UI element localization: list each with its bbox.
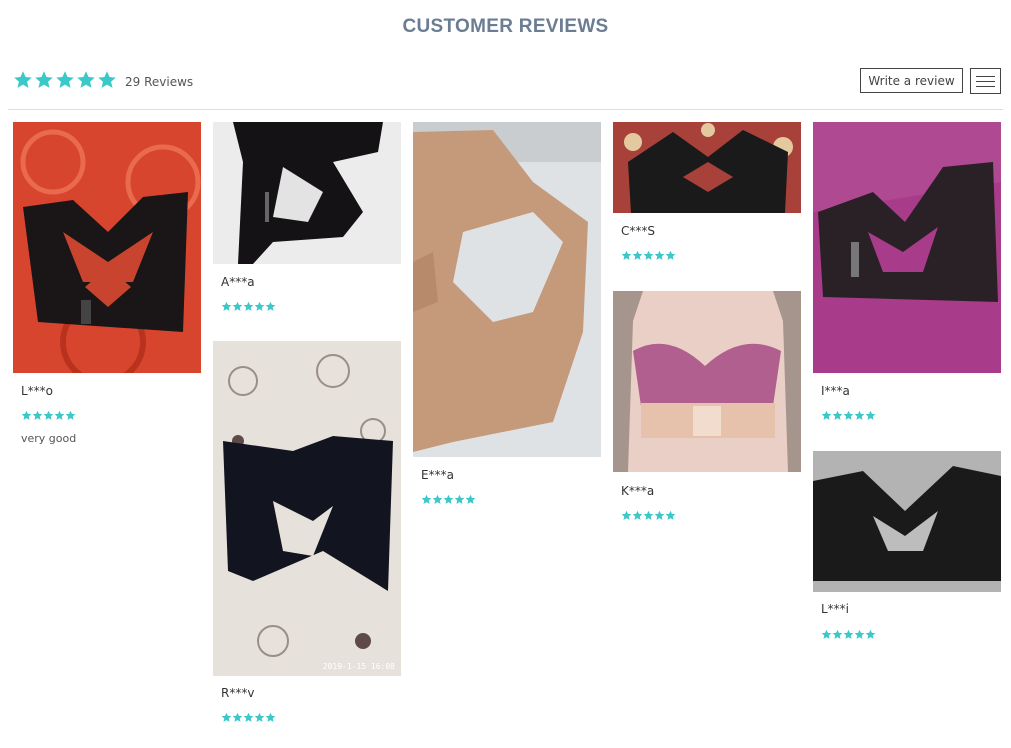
reviewer-name: R***v <box>221 686 255 700</box>
star-icon <box>265 301 276 311</box>
star-icon <box>21 410 32 420</box>
star-icon <box>865 410 876 420</box>
star-icon <box>56 71 74 88</box>
review-stars <box>821 410 876 421</box>
review-stars <box>421 494 476 505</box>
reviewer-name: A***a <box>221 275 255 289</box>
review-photo[interactable] <box>813 122 1001 373</box>
review-card[interactable]: L***i <box>813 451 1001 651</box>
review-card[interactable]: C***S <box>613 122 801 272</box>
menu-icon-line <box>976 75 995 77</box>
reviewer-name: L***o <box>21 384 54 398</box>
review-stars <box>21 410 76 421</box>
menu-icon-line <box>976 80 995 82</box>
star-icon <box>232 301 243 311</box>
star-icon <box>621 250 632 260</box>
star-icon <box>421 494 432 504</box>
star-icon <box>243 712 254 722</box>
star-icon <box>843 629 854 639</box>
star-icon <box>465 494 476 504</box>
star-icon <box>632 250 643 260</box>
menu-button[interactable] <box>970 68 1001 94</box>
review-count: 29 Reviews <box>125 75 194 89</box>
star-icon <box>654 510 665 520</box>
star-icon <box>32 410 43 420</box>
star-icon <box>832 629 843 639</box>
star-icon <box>14 71 32 88</box>
photo-timestamp: 2019-1-15 16:08 <box>322 662 395 671</box>
star-icon <box>821 410 832 420</box>
review-card[interactable]: I***a <box>813 122 1001 432</box>
review-card[interactable]: E***a <box>413 122 601 522</box>
review-photo[interactable] <box>613 291 801 472</box>
review-stars <box>821 629 876 640</box>
page-title: CUSTOMER REVIEWS <box>402 16 609 37</box>
review-stars <box>221 712 276 723</box>
star-icon <box>35 71 53 88</box>
star-icon <box>643 510 654 520</box>
menu-icon-line <box>976 85 995 87</box>
star-icon <box>665 510 676 520</box>
review-photo[interactable] <box>13 122 201 373</box>
star-icon <box>98 71 116 88</box>
reviewer-name: E***a <box>421 468 454 482</box>
star-icon <box>232 712 243 722</box>
review-photo[interactable] <box>813 451 1001 592</box>
star-icon <box>65 410 76 420</box>
rating-summary: 29 Reviews <box>13 70 193 90</box>
star-icon <box>54 410 65 420</box>
star-icon <box>621 510 632 520</box>
review-photo[interactable] <box>613 122 801 213</box>
review-card[interactable]: L***o very good <box>13 122 201 452</box>
review-card[interactable]: 2019-1-15 16:08 R***v <box>213 341 401 741</box>
star-icon <box>77 71 95 88</box>
star-icon <box>843 410 854 420</box>
star-icon <box>665 250 676 260</box>
star-icon <box>443 494 454 504</box>
star-icon <box>243 301 254 311</box>
star-icon <box>254 712 265 722</box>
star-icon <box>43 410 54 420</box>
star-icon <box>854 629 865 639</box>
reviewer-name: C***S <box>621 224 655 238</box>
review-photo[interactable] <box>413 122 601 457</box>
divider <box>8 109 1003 110</box>
star-icon <box>221 712 232 722</box>
reviewer-name: K***a <box>621 484 655 498</box>
review-card[interactable]: K***a <box>613 291 801 531</box>
star-icon <box>254 301 265 311</box>
review-stars <box>621 250 676 261</box>
star-icon <box>265 712 276 722</box>
star-icon <box>654 250 665 260</box>
review-photo[interactable] <box>213 122 401 264</box>
review-text: very good <box>21 432 77 445</box>
star-icon <box>632 510 643 520</box>
reviewer-name: I***a <box>821 384 850 398</box>
review-photo[interactable]: 2019-1-15 16:08 <box>213 341 401 676</box>
star-icon <box>865 629 876 639</box>
reviewer-name: L***i <box>821 602 850 616</box>
average-rating-stars <box>13 70 117 90</box>
write-review-button[interactable]: Write a review <box>860 68 963 93</box>
review-stars <box>221 301 276 312</box>
star-icon <box>643 250 654 260</box>
star-icon <box>821 629 832 639</box>
star-icon <box>221 301 232 311</box>
star-icon <box>432 494 443 504</box>
star-icon <box>454 494 465 504</box>
star-icon <box>854 410 865 420</box>
review-stars <box>621 510 676 521</box>
review-card[interactable]: A***a <box>213 122 401 322</box>
star-icon <box>832 410 843 420</box>
